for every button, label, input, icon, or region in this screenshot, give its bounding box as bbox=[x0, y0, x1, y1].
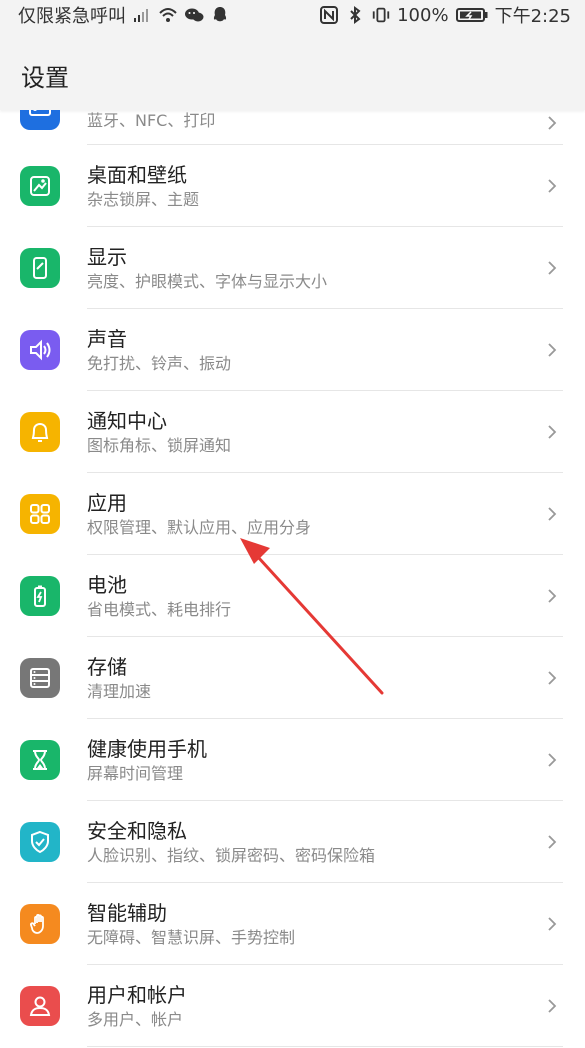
settings-item-accessibility[interactable]: 智能辅助 无障碍、智慧识屏、手势控制 bbox=[0, 883, 585, 965]
chevron-right-icon bbox=[548, 343, 557, 357]
carrier-text: 仅限紧急呼叫 bbox=[18, 6, 126, 27]
settings-item-users[interactable]: 用户和帐户 多用户、帐户 bbox=[0, 965, 585, 1047]
chevron-right-icon bbox=[548, 179, 557, 193]
settings-item-label: 电池 bbox=[87, 572, 127, 597]
settings-item-label: 安全和隐私 bbox=[87, 818, 187, 843]
hand-icon bbox=[20, 904, 60, 944]
chevron-right-icon bbox=[548, 261, 557, 275]
settings-item-digital-health[interactable]: 健康使用手机 屏幕时间管理 bbox=[0, 719, 585, 801]
wallpaper-icon bbox=[20, 166, 60, 206]
settings-item-notifications[interactable]: 通知中心 图标角标、锁屏通知 bbox=[0, 391, 585, 473]
settings-item-subtitle: 清理加速 bbox=[87, 681, 152, 701]
settings-item-subtitle: 人脸识别、指纹、锁屏密码、密码保险箱 bbox=[87, 845, 376, 865]
settings-item-text: 桌面和壁纸 杂志锁屏、主题 bbox=[87, 163, 199, 210]
settings-item-text: 通知中心 图标角标、锁屏通知 bbox=[87, 409, 231, 456]
status-right: 100% 下午2:25 bbox=[319, 2, 585, 28]
settings-item-text: 应用 权限管理、默认应用、应用分身 bbox=[87, 491, 311, 538]
settings-item-wallpaper[interactable]: 桌面和壁纸 杂志锁屏、主题 bbox=[0, 145, 585, 227]
wechat-icon bbox=[184, 5, 204, 25]
chevron-right-icon bbox=[548, 835, 557, 849]
settings-item-subtitle: 亮度、护眼模式、字体与显示大小 bbox=[87, 271, 328, 291]
battery-icon bbox=[20, 576, 60, 616]
settings-item-subtitle: 权限管理、默认应用、应用分身 bbox=[87, 517, 312, 537]
settings-item-label: 声音 bbox=[87, 326, 127, 351]
settings-item-subtitle: 杂志锁屏、主题 bbox=[87, 189, 200, 209]
chevron-right-icon bbox=[548, 507, 557, 521]
clock-time: 下午2:25 bbox=[494, 6, 571, 27]
hourglass-icon bbox=[20, 740, 60, 780]
user-icon bbox=[20, 986, 60, 1026]
wifi-icon bbox=[158, 5, 178, 25]
shield-icon bbox=[20, 822, 60, 862]
battery-icon bbox=[455, 5, 489, 25]
chevron-right-icon bbox=[548, 671, 557, 685]
devices-icon bbox=[20, 110, 60, 130]
chevron-right-icon bbox=[548, 425, 557, 439]
page-title: 设置 bbox=[21, 64, 69, 92]
settings-item-text: 存储 清理加速 bbox=[87, 655, 151, 702]
settings-item-label: 通知中心 bbox=[87, 408, 167, 433]
status-left: 仅限紧急呼叫 bbox=[0, 2, 230, 28]
apps-icon bbox=[20, 494, 60, 534]
settings-item-apps[interactable]: 应用 权限管理、默认应用、应用分身 bbox=[0, 473, 585, 555]
settings-item-text: 声音 免打扰、铃声、振动 bbox=[87, 327, 231, 374]
settings-item-label: 应用 bbox=[87, 490, 127, 515]
settings-item-label: 显示 bbox=[87, 244, 127, 269]
settings-item-subtitle: 蓝牙、NFC、打印 bbox=[87, 111, 216, 130]
settings-item-text: 智能辅助 无障碍、智慧识屏、手势控制 bbox=[87, 901, 295, 948]
settings-item-security[interactable]: 安全和隐私 人脸识别、指纹、锁屏密码、密码保险箱 bbox=[0, 801, 585, 883]
settings-item-label: 桌面和壁纸 bbox=[87, 162, 187, 187]
bluetooth-icon bbox=[345, 5, 365, 25]
nfc-icon bbox=[319, 5, 339, 25]
storage-icon bbox=[20, 658, 60, 698]
chevron-right-icon bbox=[548, 116, 557, 130]
display-icon bbox=[20, 248, 60, 288]
settings-item-text: 显示 亮度、护眼模式、字体与显示大小 bbox=[87, 245, 327, 292]
vibrate-icon bbox=[371, 5, 391, 25]
settings-item-battery[interactable]: 电池 省电模式、耗电排行 bbox=[0, 555, 585, 637]
settings-item-subtitle: 省电模式、耗电排行 bbox=[87, 599, 232, 619]
settings-item-text: 安全和隐私 人脸识别、指纹、锁屏密码、密码保险箱 bbox=[87, 819, 375, 866]
signal-icon bbox=[132, 5, 152, 25]
settings-item-devices[interactable]: 蓝牙、NFC、打印 bbox=[0, 110, 585, 145]
settings-item-label: 健康使用手机 bbox=[87, 736, 207, 761]
sound-icon bbox=[20, 330, 60, 370]
settings-item-subtitle: 图标角标、锁屏通知 bbox=[87, 435, 232, 455]
chevron-right-icon bbox=[548, 589, 557, 603]
qq-icon bbox=[210, 5, 230, 25]
settings-item-label: 用户和帐户 bbox=[87, 982, 187, 1007]
settings-item-sound[interactable]: 声音 免打扰、铃声、振动 bbox=[0, 309, 585, 391]
settings-item-label: 智能辅助 bbox=[87, 900, 167, 925]
settings-item-label: 存储 bbox=[87, 654, 127, 679]
settings-list[interactable]: 蓝牙、NFC、打印 桌面和壁纸 杂志锁屏、主题 显示 亮度、护眼模式、字体与显示… bbox=[0, 110, 585, 1048]
notification-icon bbox=[20, 412, 60, 452]
settings-item-storage[interactable]: 存储 清理加速 bbox=[0, 637, 585, 719]
settings-item-display[interactable]: 显示 亮度、护眼模式、字体与显示大小 bbox=[0, 227, 585, 309]
settings-item-subtitle: 免打扰、铃声、振动 bbox=[87, 353, 232, 373]
chevron-right-icon bbox=[548, 753, 557, 767]
settings-item-subtitle: 无障碍、智慧识屏、手势控制 bbox=[87, 927, 296, 947]
battery-percent: 100% bbox=[397, 4, 449, 26]
chevron-right-icon bbox=[548, 917, 557, 931]
settings-item-subtitle: 多用户、帐户 bbox=[87, 1009, 184, 1029]
status-bar: 仅限紧急呼叫 100% 下午2:25 bbox=[0, 0, 585, 30]
settings-item-text: 蓝牙、NFC、打印 bbox=[87, 110, 215, 131]
settings-item-text: 健康使用手机 屏幕时间管理 bbox=[87, 737, 207, 784]
settings-item-text: 用户和帐户 多用户、帐户 bbox=[87, 983, 187, 1030]
settings-item-text: 电池 省电模式、耗电排行 bbox=[87, 573, 231, 620]
settings-item-subtitle: 屏幕时间管理 bbox=[87, 763, 184, 783]
chevron-right-icon bbox=[548, 999, 557, 1013]
page-header: 设置 bbox=[0, 30, 585, 110]
